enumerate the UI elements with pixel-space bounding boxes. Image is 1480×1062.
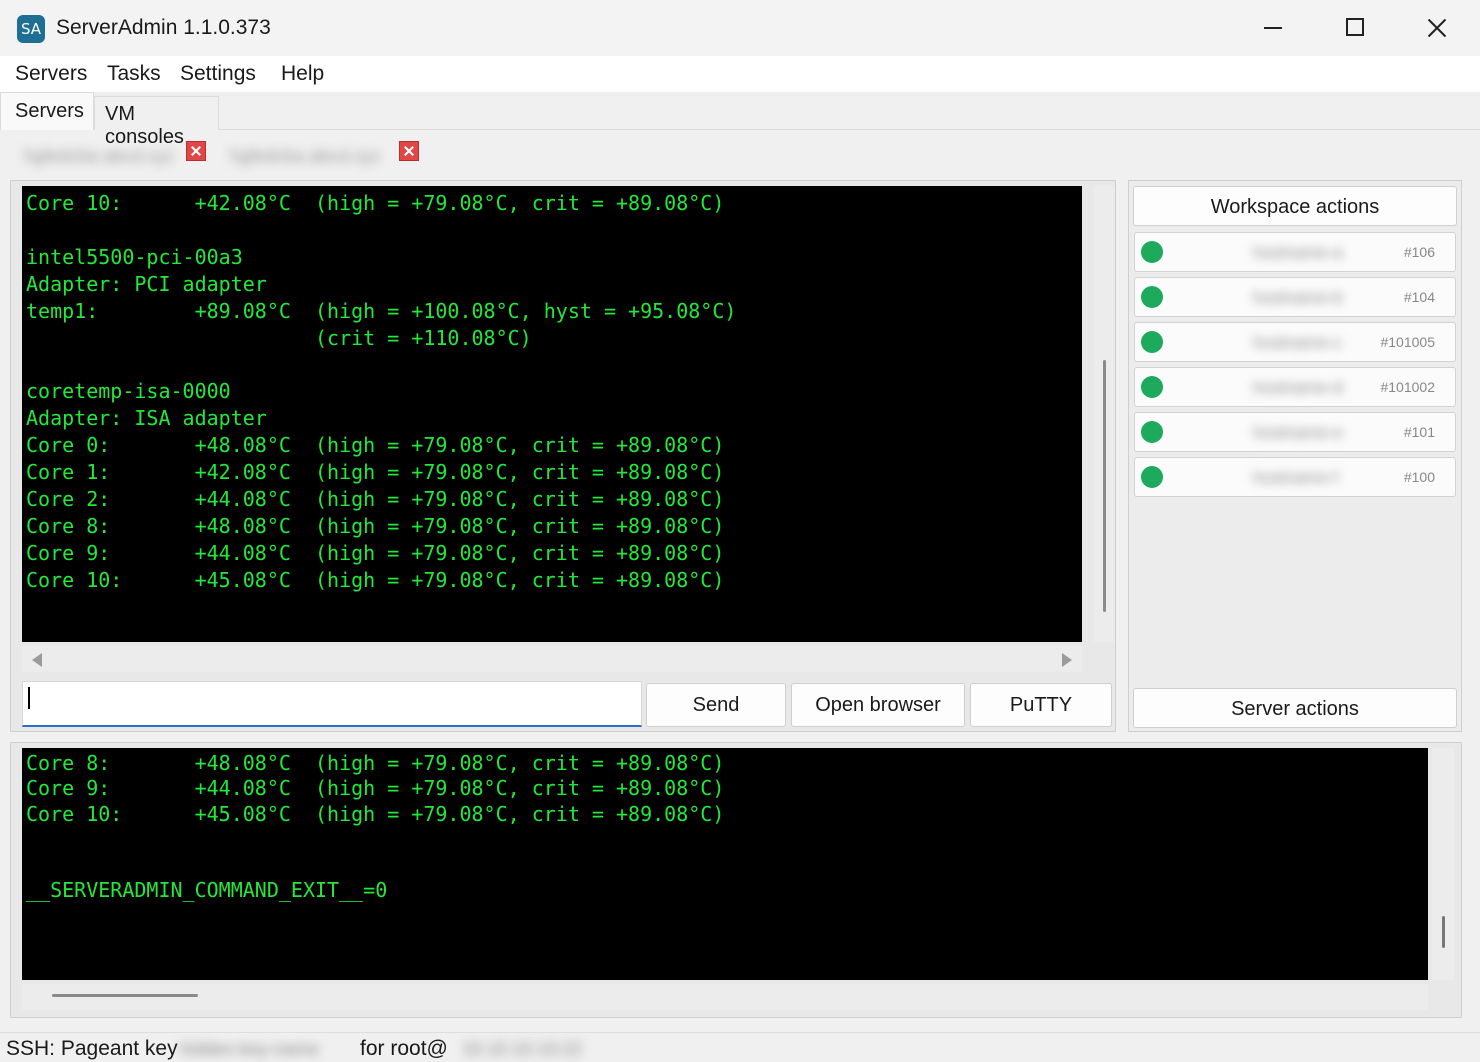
status-host: 10.10.10.10:22 (462, 1039, 583, 1059)
close-tab-icon[interactable] (399, 141, 419, 161)
menu-help[interactable]: Help (281, 62, 324, 86)
vm-name: hostname-f (1253, 468, 1339, 487)
command-log-output[interactable]: Core 8: +48.08°C (high = +79.08°C, crit … (22, 748, 1428, 980)
app-icon: SA (17, 15, 45, 43)
status-dot-icon (1141, 241, 1163, 263)
log-line: Core 9: +44.08°C (high = +79.08°C, crit … (26, 776, 725, 801)
terminal-vertical-scrollbar[interactable] (1094, 186, 1114, 642)
title-bar: SA ServerAdmin 1.1.0.373 (0, 0, 1480, 56)
main-tab-strip: Servers VM consoles (0, 92, 1480, 148)
terminal-line: Core 10: +42.08°C (high = +79.08°C, crit… (26, 191, 725, 215)
vm-id: #106 (1403, 244, 1435, 260)
vm-list-item[interactable]: hostname-e #101 (1134, 412, 1456, 452)
vm-name: hostname-e (1253, 423, 1343, 442)
vm-id: #101 (1403, 424, 1435, 440)
status-dot-icon (1141, 376, 1163, 398)
vm-name: hostname-b (1253, 288, 1343, 307)
scroll-right-icon[interactable] (1062, 653, 1072, 667)
scroll-left-icon[interactable] (32, 653, 42, 667)
log-line: __SERVERADMIN_COMMAND_EXIT__=0 (26, 877, 388, 902)
scrollbar-thumb[interactable] (1442, 916, 1445, 948)
vm-id: #101005 (1380, 334, 1435, 350)
server-tab-1[interactable]: hgfedcba.abcd.xyz (14, 138, 214, 174)
log-horizontal-scrollbar[interactable] (22, 984, 1428, 1010)
menu-tasks[interactable]: Tasks (107, 62, 161, 86)
terminal-line: Core 9: +44.08°C (high = +79.08°C, crit … (26, 540, 725, 565)
vm-list-item[interactable]: hostname-f #100 (1134, 457, 1456, 497)
text-caret (28, 687, 30, 709)
terminal-line: Core 1: +42.08°C (high = +79.08°C, crit … (26, 460, 725, 484)
menu-settings[interactable]: Settings (180, 62, 256, 86)
open-browser-button[interactable]: Open browser (791, 683, 965, 727)
tab-servers[interactable]: Servers (0, 92, 94, 130)
window-title: ServerAdmin 1.1.0.373 (56, 16, 271, 39)
server-tab-label: hgfedcba.abcd.xyz (230, 146, 381, 166)
terminal-line: Adapter: PCI adapter (26, 271, 267, 296)
workspace-actions-button[interactable]: Workspace actions (1133, 186, 1457, 226)
vm-id: #100 (1403, 469, 1435, 485)
server-tab-label: hgfedcba.abcd.xyz (24, 146, 175, 166)
terminal-line: Core 10: +45.08°C (high = +79.08°C, crit… (26, 567, 725, 592)
send-button[interactable]: Send (646, 683, 786, 727)
status-dot-icon (1141, 421, 1163, 443)
maximize-icon (1346, 18, 1364, 36)
log-line: Core 10: +45.08°C (high = +79.08°C, crit… (26, 801, 725, 826)
vm-name: hostname-a (1253, 243, 1343, 262)
minimize-icon (1264, 27, 1282, 29)
terminal-line: Core 8: +48.08°C (high = +79.08°C, crit … (26, 513, 725, 538)
terminal-line: intel5500-pci-00a3 (26, 244, 243, 269)
status-key-name: hidden-key-name (180, 1039, 320, 1059)
terminal-line: Core 2: +44.08°C (high = +79.08°C, crit … (26, 486, 725, 511)
terminal-line: (crit = +110.08°C) (26, 325, 532, 350)
vm-id: #101002 (1380, 379, 1435, 395)
vm-list-item[interactable]: hostname-c #101005 (1134, 322, 1456, 362)
vm-id: #104 (1403, 289, 1435, 305)
terminal-line: Core 0: +48.08°C (high = +79.08°C, crit … (26, 433, 725, 458)
scrollbar-thumb[interactable] (52, 994, 198, 997)
terminal-line: temp1: +89.08°C (high = +100.08°C, hyst … (26, 298, 737, 323)
close-window-button[interactable] (1396, 0, 1478, 56)
terminal-line: Adapter: ISA adapter (26, 406, 267, 431)
status-bar: SSH: Pageant key hidden-key-name for roo… (0, 1032, 1480, 1062)
terminal-horizontal-scrollbar[interactable] (22, 646, 1082, 672)
vm-name: hostname-c (1253, 333, 1342, 352)
status-ssh-label: SSH: Pageant key (6, 1037, 178, 1060)
menu-bar: Servers Tasks Settings Help (0, 56, 1480, 92)
scrollbar-thumb[interactable] (1103, 360, 1106, 612)
putty-button[interactable]: PuTTY (970, 683, 1112, 727)
maximize-button[interactable] (1314, 0, 1396, 56)
menu-servers[interactable]: Servers (15, 62, 87, 86)
log-vertical-scrollbar[interactable] (1432, 748, 1454, 980)
minimize-button[interactable] (1232, 0, 1314, 56)
status-dot-icon (1141, 331, 1163, 353)
status-user-label: for root@ (360, 1037, 448, 1060)
vm-list-item[interactable]: hostname-d #101002 (1134, 367, 1456, 407)
vm-list-item[interactable]: hostname-a #106 (1134, 232, 1456, 272)
status-dot-icon (1141, 286, 1163, 308)
server-actions-button[interactable]: Server actions (1133, 688, 1457, 728)
vm-name: hostname-d (1253, 378, 1343, 397)
server-tab-2[interactable]: hgfedcba.abcd.xyz (224, 138, 430, 174)
terminal-line: coretemp-isa-0000 (26, 379, 231, 404)
tab-vm-consoles[interactable]: VM consoles (94, 96, 219, 148)
close-tab-icon[interactable] (186, 141, 206, 161)
status-dot-icon (1141, 466, 1163, 488)
log-line: Core 8: +48.08°C (high = +79.08°C, crit … (26, 751, 725, 775)
terminal-output[interactable]: Core 10: +42.08°C (high = +79.08°C, crit… (22, 186, 1082, 642)
command-input[interactable] (22, 681, 642, 727)
vm-list-item[interactable]: hostname-b #104 (1134, 277, 1456, 317)
